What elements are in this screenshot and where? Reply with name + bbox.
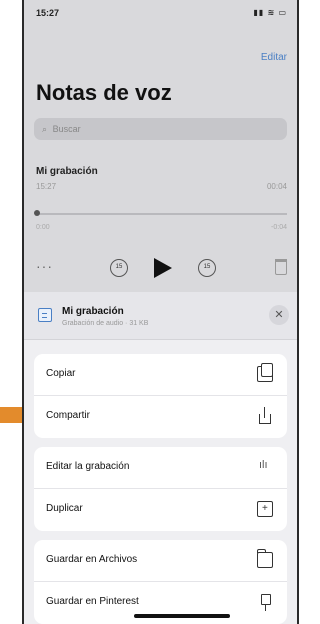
folder-icon [257, 549, 273, 568]
recording-time: 15:27 [36, 182, 57, 191]
search-icon: ⌕ [42, 124, 48, 134]
edit-button[interactable]: Editar [261, 52, 287, 63]
home-indicator[interactable] [134, 614, 230, 618]
voice-memos-app: 15:27 ▮▮ ≋ ▭ Editar Notas de voz ⌕ Busca… [24, 0, 297, 292]
skip-forward-15-icon[interactable]: 15 [198, 259, 216, 277]
status-time: 15:27 [36, 8, 60, 18]
action-save-to-files[interactable]: Guardar en Archivos [34, 540, 287, 582]
skip-back-15-icon[interactable]: 15 [110, 259, 128, 277]
page-title: Notas de voz [36, 80, 172, 105]
action-label: Guardar en Archivos [46, 554, 138, 565]
duplicate-icon [257, 501, 273, 517]
waveform-icon [257, 459, 273, 475]
playback-position: 0:00 [36, 224, 50, 231]
pin-icon [257, 594, 273, 611]
action-duplicate[interactable]: Duplicar [34, 489, 287, 531]
action-label: Copiar [46, 368, 76, 379]
action-group: Editar la grabación Duplicar [34, 447, 287, 531]
status-icons: ▮▮ ≋ ▭ [253, 8, 287, 17]
playback-remaining: -0:04 [271, 224, 287, 231]
search-placeholder: Buscar [52, 124, 81, 134]
action-label: Duplicar [46, 503, 83, 514]
status-bar: 15:27 ▮▮ ≋ ▭ [32, 6, 289, 22]
recording-title[interactable]: Mi grabación [36, 166, 98, 177]
action-label: Guardar en Pinterest [46, 596, 139, 607]
action-edit-recording[interactable]: Editar la grabación [34, 447, 287, 489]
action-label: Editar la grabación [46, 461, 130, 472]
copy-icon [257, 363, 273, 382]
close-button[interactable]: ✕ [269, 305, 289, 325]
share-sheet: Mi grabación Grabación de audio · 31 KB … [24, 292, 297, 624]
action-label: Compartir [46, 410, 90, 421]
playback-scrubber[interactable] [34, 210, 287, 216]
share-sheet-header: Mi grabación Grabación de audio · 31 KB … [24, 292, 297, 340]
action-copy[interactable]: Copiar [34, 354, 287, 396]
share-icon [257, 407, 273, 424]
recording-duration: 00:04 [266, 182, 287, 191]
more-options-button[interactable]: ··· [36, 258, 53, 274]
action-share[interactable]: Compartir [34, 396, 287, 438]
scrubber-knob[interactable] [34, 210, 40, 216]
search-input[interactable]: ⌕ Buscar [34, 118, 287, 140]
audio-file-icon [38, 308, 52, 322]
action-group: Guardar en Archivos Guardar en Pinterest [34, 540, 287, 624]
trash-icon[interactable] [275, 259, 287, 275]
playback-controls: ··· 15 15 [24, 256, 297, 282]
action-group: Copiar Compartir [34, 354, 287, 438]
phone-screen: 15:27 ▮▮ ≋ ▭ Editar Notas de voz ⌕ Busca… [22, 0, 299, 624]
share-item-title: Mi grabación [62, 306, 124, 317]
share-item-subtitle: Grabación de audio · 31 KB [62, 320, 149, 327]
play-icon[interactable] [154, 258, 172, 278]
